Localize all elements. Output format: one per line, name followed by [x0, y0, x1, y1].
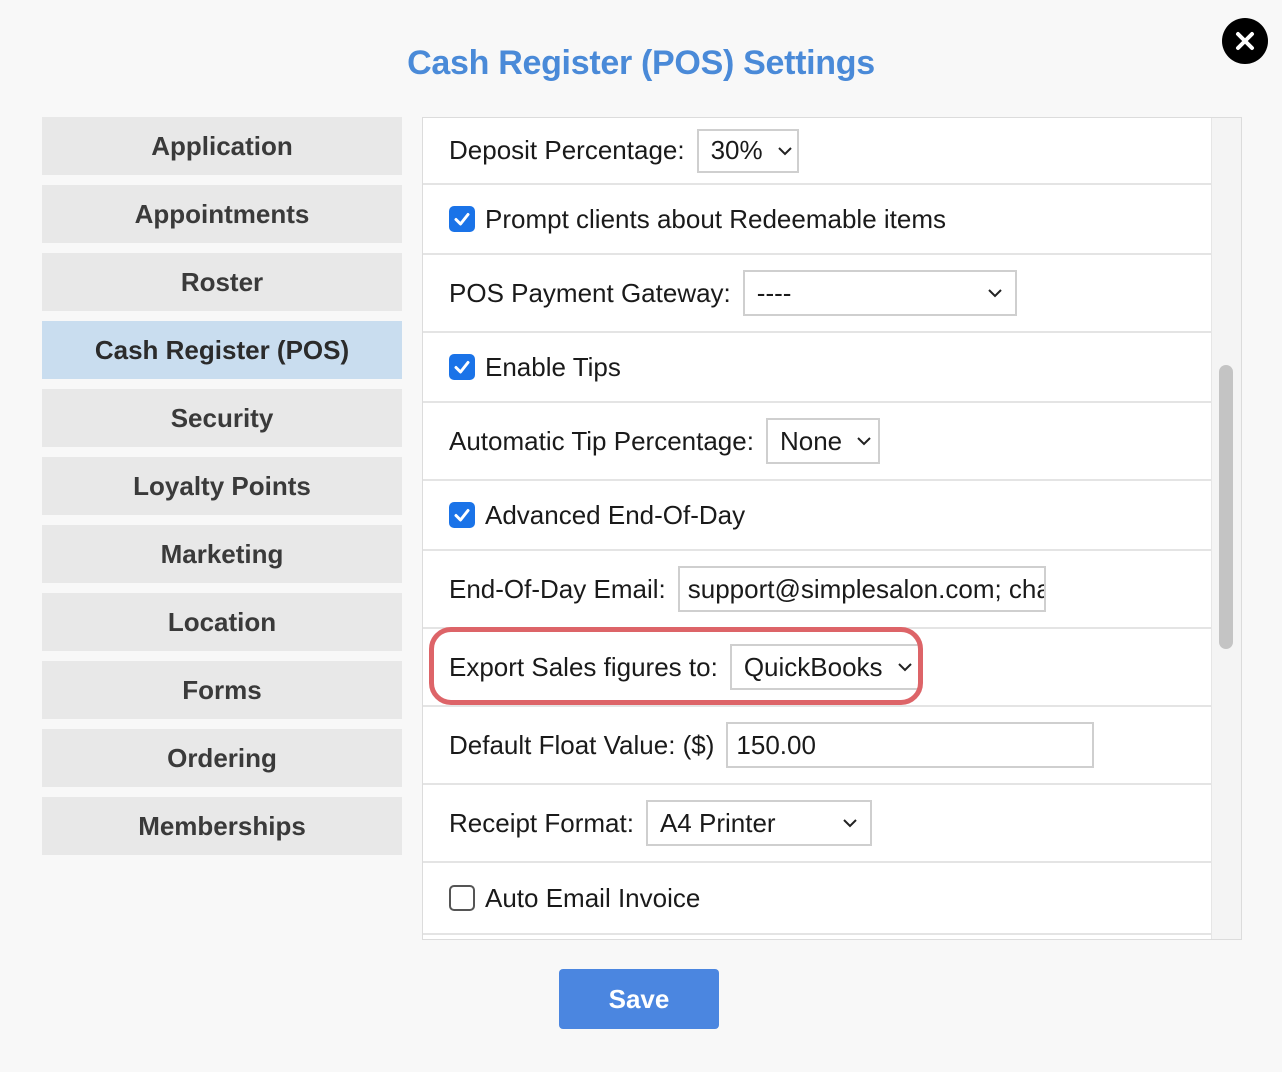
export-sales-value: QuickBooks: [743, 651, 883, 682]
sidebar-item-label: Appointments: [134, 198, 310, 229]
deposit-percentage-label: Deposit Percentage:: [449, 135, 685, 165]
receipt-format-row: Receipt Format: A4 Printer: [423, 785, 1211, 863]
payment-gateway-value: ----: [756, 277, 792, 308]
sidebar-item-label: Loyalty Points: [133, 470, 311, 501]
checkmark-icon: [454, 509, 470, 522]
save-button[interactable]: Save: [559, 969, 719, 1029]
sidebar-item-loyalty-points[interactable]: Loyalty Points: [42, 457, 402, 515]
prompt-redeemable-checkbox[interactable]: [449, 206, 475, 232]
sidebar-item-label: Application: [151, 130, 293, 161]
chevron-down-icon: [988, 289, 1002, 298]
sidebar-item-security[interactable]: Security: [42, 389, 402, 447]
sidebar-item-label: Forms: [182, 674, 262, 705]
auto-email-invoice-label: Auto Email Invoice: [485, 882, 701, 913]
eod-email-value: support@simplesalon.com; char: [687, 573, 1046, 604]
dialog-title: Cash Register (POS) Settings: [407, 44, 875, 82]
sidebar-item-forms[interactable]: Forms: [42, 661, 402, 719]
checkmark-icon: [454, 213, 470, 226]
sidebar-item-label: Security: [170, 402, 274, 433]
eod-email-row: End-Of-Day Email: support@simplesalon.co…: [423, 551, 1211, 629]
sidebar-item-ordering[interactable]: Ordering: [42, 729, 402, 787]
sidebar-item-marketing[interactable]: Marketing: [42, 525, 402, 583]
payment-gateway-row: POS Payment Gateway: ----: [423, 255, 1211, 333]
sidebar-item-label: Memberships: [138, 810, 306, 841]
settings-sidebar: Application Appointments Roster Cash Reg…: [42, 117, 402, 865]
prompt-redeemable-label: Prompt clients about Redeemable items: [485, 203, 947, 234]
settings-panel: Deposit Percentage: 30% Prompt clients a…: [422, 117, 1242, 940]
close-button[interactable]: [1222, 18, 1268, 64]
payment-gateway-label: POS Payment Gateway:: [449, 277, 731, 308]
chevron-down-icon: [857, 437, 871, 446]
sidebar-item-appointments[interactable]: Appointments: [42, 185, 402, 243]
scrollbar[interactable]: [1211, 118, 1241, 939]
default-float-value: 150.00: [736, 729, 816, 760]
export-sales-label: Export Sales figures to:: [449, 651, 718, 682]
auto-tip-label: Automatic Tip Percentage:: [449, 425, 754, 456]
export-sales-select[interactable]: QuickBooks: [729, 644, 920, 690]
eod-email-input[interactable]: support@simplesalon.com; char: [677, 566, 1046, 612]
sidebar-item-label: Roster: [180, 266, 264, 297]
receipt-format-label: Receipt Format:: [449, 807, 634, 838]
sidebar-item-memberships[interactable]: Memberships: [42, 797, 402, 855]
payment-gateway-select[interactable]: ----: [742, 270, 1017, 316]
close-icon: [1236, 32, 1254, 50]
sidebar-item-label: Marketing: [160, 538, 284, 569]
sidebar-item-location[interactable]: Location: [42, 593, 402, 651]
sidebar-item-label: Location: [167, 606, 277, 637]
enable-tips-label: Enable Tips: [485, 351, 621, 382]
chevron-down-icon: [897, 663, 912, 672]
scrollbar-thumb[interactable]: [1219, 365, 1233, 649]
chevron-down-icon: [777, 146, 792, 155]
chevron-down-icon: [843, 819, 857, 828]
receipt-format-select[interactable]: A4 Printer: [645, 800, 872, 846]
default-float-input[interactable]: 150.00: [726, 722, 1095, 768]
advanced-eod-label: Advanced End-Of-Day: [485, 499, 746, 530]
sidebar-item-roster[interactable]: Roster: [42, 253, 402, 311]
enable-tips-checkbox[interactable]: [449, 354, 475, 380]
auto-tip-row: Automatic Tip Percentage: None: [423, 403, 1211, 481]
auto-tip-value: None: [779, 425, 843, 456]
sidebar-item-label: Ordering: [167, 742, 277, 773]
deposit-percentage-value: 30%: [710, 135, 763, 165]
deposit-percentage-select[interactable]: 30%: [696, 128, 799, 173]
auto-email-invoice-checkbox[interactable]: [449, 885, 475, 911]
auto-tip-select[interactable]: None: [765, 418, 880, 464]
enable-tips-row: Enable Tips: [423, 333, 1211, 403]
sidebar-item-label: Cash Register (POS): [94, 334, 350, 365]
deposit-percentage-row: Deposit Percentage: 30%: [423, 118, 1211, 185]
advanced-eod-checkbox[interactable]: [449, 502, 475, 528]
advanced-eod-row: Advanced End-Of-Day: [423, 481, 1211, 551]
sidebar-item-cash-register[interactable]: Cash Register (POS): [42, 321, 402, 379]
default-float-row: Default Float Value: ($) 150.00: [423, 707, 1211, 785]
sidebar-item-application[interactable]: Application: [42, 117, 402, 175]
default-float-label: Default Float Value: ($): [449, 729, 715, 760]
prompt-redeemable-row: Prompt clients about Redeemable items: [423, 185, 1211, 255]
eod-email-label: End-Of-Day Email:: [449, 573, 666, 604]
checkmark-icon: [454, 361, 470, 374]
receipt-format-value: A4 Printer: [659, 807, 776, 838]
auto-email-invoice-row: Auto Email Invoice: [423, 863, 1211, 935]
export-sales-row: Export Sales figures to: QuickBooks: [423, 629, 1211, 707]
